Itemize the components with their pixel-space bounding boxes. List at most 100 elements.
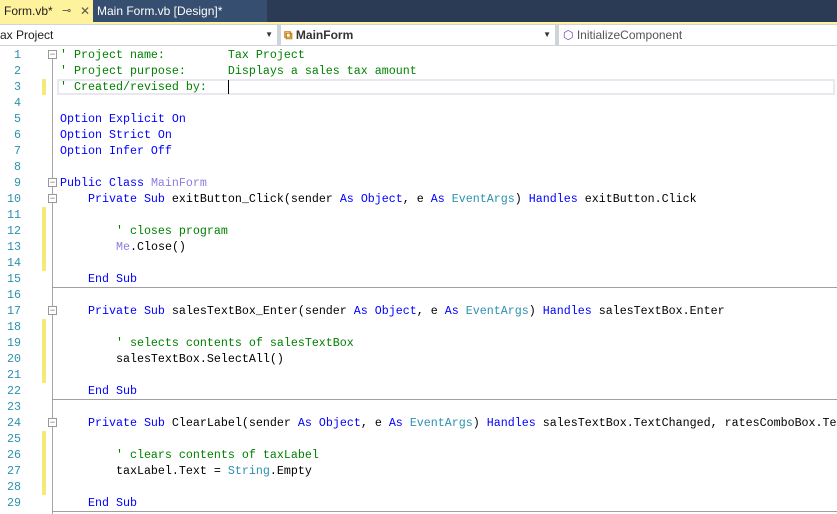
collapse-toggle-icon[interactable]: − xyxy=(48,178,57,187)
code-line[interactable]: 23 xyxy=(0,399,837,415)
collapse-toggle-icon[interactable]: − xyxy=(48,194,57,203)
line-number: 21 xyxy=(7,368,21,382)
code-line[interactable]: 21 xyxy=(0,367,837,383)
project-dropdown[interactable]: ax Project ▼ xyxy=(0,25,277,45)
line-number: 27 xyxy=(7,464,21,478)
change-marker xyxy=(42,351,46,367)
line-number: 20 xyxy=(7,352,21,366)
collapse-toggle-icon[interactable]: − xyxy=(48,306,57,315)
code-token: Handles xyxy=(542,304,599,318)
class-icon: ⧉ xyxy=(284,28,293,42)
pin-icon[interactable]: ⊸ xyxy=(62,0,71,22)
code-line[interactable]: 1 − ' Project name: Tax Project xyxy=(0,47,837,63)
code-text: Option Explicit On xyxy=(60,111,186,127)
code-token: exitButton_Click(sender xyxy=(171,192,340,206)
code-token: String xyxy=(227,464,270,478)
code-token: ' closes program xyxy=(60,224,228,238)
code-text: ' selects contents of salesTextBox xyxy=(60,335,354,351)
code-line[interactable]: 20 salesTextBox.SelectAll() xyxy=(0,351,837,367)
code-token: EventArgs xyxy=(465,304,529,318)
code-token: As xyxy=(444,304,466,318)
code-token: taxLabel.Text = xyxy=(60,464,228,478)
code-token: salesTextBox.TextChanged, ratesComboBox.… xyxy=(542,416,837,430)
line-number: 4 xyxy=(14,96,21,110)
line-number: 6 xyxy=(14,128,21,142)
code-line[interactable]: 10 − Private Sub exitButton_Click(sender … xyxy=(0,191,837,207)
class-dropdown[interactable]: ⧉ MainForm ▼ xyxy=(281,25,555,45)
code-text: End Sub xyxy=(60,383,137,399)
code-token: Option Explicit On xyxy=(60,112,186,126)
code-token: ' Project purpose: Displays a sales tax … xyxy=(60,64,417,78)
code-line[interactable]: 6 Option Strict On xyxy=(0,127,837,143)
code-line[interactable]: 8 xyxy=(0,159,837,175)
code-token: , e xyxy=(416,304,445,318)
collapse-toggle-icon[interactable]: − xyxy=(48,50,57,59)
code-token: As Object xyxy=(297,416,361,430)
code-token: Option Infer Off xyxy=(60,144,172,158)
change-marker xyxy=(42,79,46,95)
chevron-down-icon: ▼ xyxy=(265,30,273,39)
tab-main-form-design[interactable]: Main Form.vb [Design]* xyxy=(93,0,267,22)
code-line[interactable]: 2 ' Project purpose: Displays a sales tax… xyxy=(0,63,837,79)
code-line[interactable]: 26 ' clears contents of taxLabel xyxy=(0,447,837,463)
line-number: 3 xyxy=(14,80,21,94)
code-token: As Object xyxy=(339,192,403,206)
line-number: 19 xyxy=(7,336,21,350)
collapse-toggle-icon[interactable]: − xyxy=(48,418,57,427)
code-line[interactable]: 16 xyxy=(0,287,837,303)
line-number: 12 xyxy=(7,224,21,238)
code-line[interactable]: 29 End Sub xyxy=(0,495,837,511)
change-marker xyxy=(42,447,46,463)
change-marker xyxy=(42,431,46,447)
code-text: ' Created/revised by: xyxy=(60,79,207,95)
change-marker xyxy=(42,207,46,223)
code-token: Private Sub xyxy=(60,304,172,318)
code-line[interactable]: 15 End Sub xyxy=(0,271,837,287)
change-marker xyxy=(42,319,46,335)
code-token: Handles xyxy=(486,416,543,430)
code-editor[interactable]: 1− ' Project name: Tax Project 2 ' Project … xyxy=(0,47,837,514)
code-line[interactable]: 25 xyxy=(0,431,837,447)
code-token: salesTextBox.Enter xyxy=(598,304,725,318)
line-number: 7 xyxy=(14,144,21,158)
code-token: exitButton.Click xyxy=(584,192,697,206)
code-token: , e xyxy=(360,416,389,430)
code-line[interactable]: 17 − Private Sub salesTextBox_Enter(sende… xyxy=(0,303,837,319)
text-caret xyxy=(228,80,229,94)
code-token: ' clears contents of taxLabel xyxy=(60,448,319,462)
code-text: End Sub xyxy=(60,271,137,287)
code-token: salesTextBox_Enter(sender xyxy=(171,304,354,318)
code-line[interactable]: 9 − Public Class MainForm xyxy=(0,175,837,191)
code-token: ) xyxy=(514,192,529,206)
code-line[interactable]: 27 taxLabel.Text = String.Empty xyxy=(0,463,837,479)
code-text: Me.Close() xyxy=(60,239,186,255)
line-number: 9 xyxy=(14,176,21,190)
line-number: 16 xyxy=(7,288,21,302)
close-icon[interactable]: ✕ xyxy=(80,0,90,22)
member-dropdown-value: InitializeComponent xyxy=(576,28,683,42)
change-marker xyxy=(42,223,46,239)
code-line[interactable]: 28 xyxy=(0,479,837,495)
member-dropdown[interactable]: ⬡ InitializeComponent xyxy=(559,25,837,45)
line-number: 26 xyxy=(7,448,21,462)
line-number: 23 xyxy=(7,400,21,414)
code-line[interactable]: 11 xyxy=(0,207,837,223)
document-tab-bar: Form.vb* ⊸ ✕ Main Form.vb [Design]* xyxy=(0,0,837,24)
code-line[interactable]: 19 ' selects contents of salesTextBox xyxy=(0,335,837,351)
tab-form-vb[interactable]: Form.vb* ⊸ ✕ xyxy=(0,0,93,22)
change-marker xyxy=(42,239,46,255)
code-line[interactable]: 14 xyxy=(0,255,837,271)
code-line[interactable]: 22 End Sub xyxy=(0,383,837,399)
code-line[interactable]: 13 Me.Close() xyxy=(0,239,837,255)
code-token: ClearLabel(sender xyxy=(171,416,298,430)
code-token: ' Created/revised by: xyxy=(60,80,207,94)
code-line[interactable]: 4 xyxy=(0,95,837,111)
code-line[interactable]: 5 Option Explicit On xyxy=(0,111,837,127)
code-line[interactable]: 12 ' closes program xyxy=(0,223,837,239)
code-line[interactable]: 3 ' Created/revised by: xyxy=(0,79,837,95)
tab-label: Main Form.vb [Design]* xyxy=(97,4,223,18)
code-line[interactable]: 24 − Private Sub ClearLabel(sender As Obj… xyxy=(0,415,837,431)
project-dropdown-value: ax Project xyxy=(0,28,54,42)
code-line[interactable]: 7 Option Infer Off xyxy=(0,143,837,159)
code-line[interactable]: 18 xyxy=(0,319,837,335)
